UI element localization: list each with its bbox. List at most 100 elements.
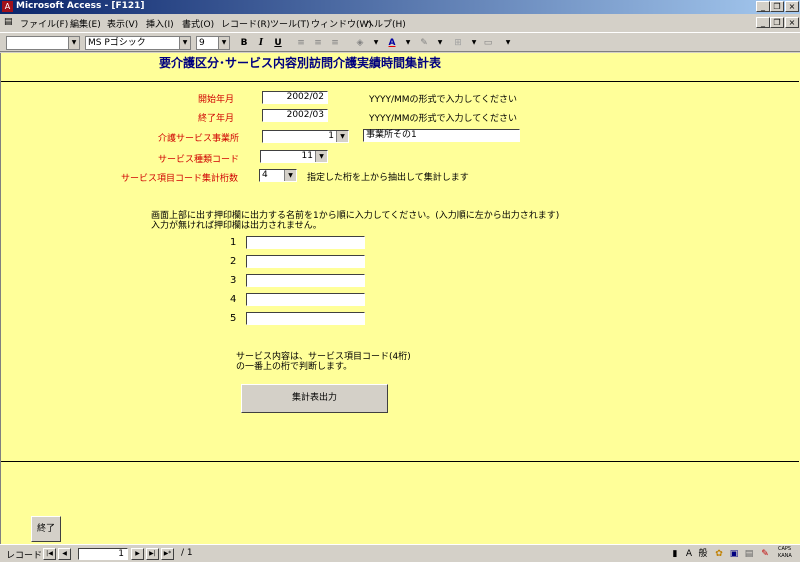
child-restore-button[interactable]: ❐ xyxy=(770,17,784,28)
menu-tools[interactable]: ツール(T) xyxy=(270,17,310,30)
new-record-button[interactable]: ▶* xyxy=(161,548,174,560)
chevron-down-icon: ▼ xyxy=(218,37,229,49)
font-size-value: 9 xyxy=(199,38,205,48)
digits-value: 4 xyxy=(262,170,268,180)
ime-input-mode-icon[interactable]: A xyxy=(682,547,696,561)
record-number-field[interactable]: 1 xyxy=(78,548,128,560)
footer-divider xyxy=(1,461,799,462)
border-width-icon[interactable]: ⊞ xyxy=(450,36,466,50)
font-name-combo[interactable]: MS Pゴシック ▼ xyxy=(85,36,191,50)
exit-button[interactable]: 終了 xyxy=(31,516,61,542)
ime-help-icon[interactable]: ✎ xyxy=(758,547,772,561)
ime-tool-icon[interactable]: ✿ xyxy=(712,547,726,561)
record-label: レコード: xyxy=(6,551,46,561)
stamp-instruction-line2: 入力が無ければ押印欄は出力されません。 xyxy=(151,221,322,231)
menu-records[interactable]: レコード(R) xyxy=(221,17,270,30)
window-title: Microsoft Access - [F121] xyxy=(16,1,145,11)
office-name-field: 事業所その1 xyxy=(363,129,520,142)
office-combo[interactable]: 1 ▼ xyxy=(262,130,349,143)
object-combo[interactable]: ▼ xyxy=(6,36,80,50)
align-right-icon[interactable]: ≡ xyxy=(327,36,343,50)
italic-button[interactable]: I xyxy=(253,36,269,50)
menu-bar: ▤ ファイル(F) 編集(E) 表示(V) 挿入(I) 書式(O) レコード(R… xyxy=(0,14,800,32)
font-color-icon[interactable]: A xyxy=(384,36,400,50)
stamp-number: 3 xyxy=(230,275,237,286)
end-month-field[interactable]: 2002/03 xyxy=(262,109,328,122)
digits-hint: 指定した桁を上から抽出して集計します xyxy=(307,173,469,183)
chevron-down-icon[interactable]: ▼ xyxy=(284,170,296,181)
ime-pad-icon[interactable]: ▮ xyxy=(668,547,682,561)
ime-properties-icon[interactable]: ▤ xyxy=(742,547,756,561)
line-color-icon[interactable]: ✎ xyxy=(416,36,432,50)
minimize-button[interactable]: _ xyxy=(756,1,770,12)
font-name-value: MS Pゴシック xyxy=(88,38,146,48)
bold-button[interactable]: B xyxy=(236,36,252,50)
align-left-icon[interactable]: ≡ xyxy=(293,36,309,50)
restore-button[interactable]: ❐ xyxy=(770,1,784,12)
align-center-icon[interactable]: ≡ xyxy=(310,36,326,50)
ime-mode-kanji[interactable]: 般 xyxy=(696,547,710,561)
stamp-number: 2 xyxy=(230,256,237,267)
digits-label: サービス項目コード集計桁数 xyxy=(121,174,239,184)
menu-insert[interactable]: 挿入(I) xyxy=(146,17,174,30)
end-month-hint: YYYY/MMの形式で入力してください xyxy=(369,114,518,124)
kana-indicator: KANA xyxy=(778,553,792,559)
access-app-icon: A xyxy=(2,1,13,12)
service-type-value: 11 xyxy=(301,151,313,161)
menu-file[interactable]: ファイル(F) xyxy=(20,17,68,30)
form-body: 要介護区分･サービス内容別訪問介護実績時間集計表 開始年月 2002/02 YY… xyxy=(0,53,800,544)
stamp-name-field-3[interactable] xyxy=(246,274,365,287)
child-close-button[interactable]: × xyxy=(785,17,799,28)
stamp-name-field-5[interactable] xyxy=(246,312,365,325)
stamp-number: 4 xyxy=(230,294,237,305)
close-button[interactable]: × xyxy=(785,1,799,12)
start-month-label: 開始年月 xyxy=(198,95,235,105)
underline-button[interactable]: U xyxy=(270,36,286,50)
formatting-toolbar: ▼ MS Pゴシック ▼ 9 ▼ B I U ≡ ≡ ≡ ◈ ▼ A ▼ ✎ ▼ ⊞… xyxy=(0,32,800,52)
stamp-number: 1 xyxy=(230,237,237,248)
child-minimize-button[interactable]: _ xyxy=(756,17,770,28)
chevron-down-icon[interactable]: ▼ xyxy=(432,36,448,50)
chevron-down-icon[interactable]: ▼ xyxy=(368,36,384,50)
stamp-name-field-1[interactable] xyxy=(246,236,365,249)
stamp-name-field-4[interactable] xyxy=(246,293,365,306)
office-code-value: 1 xyxy=(328,131,334,141)
menu-help[interactable]: ヘルプ(H) xyxy=(365,17,406,30)
next-record-button[interactable]: ▶ xyxy=(131,548,144,560)
title-bar: A Microsoft Access - [F121] _ ❐ × xyxy=(0,0,800,14)
output-report-button[interactable]: 集計表出力 xyxy=(241,384,388,413)
font-size-combo[interactable]: 9 ▼ xyxy=(196,36,230,50)
special-effect-icon[interactable]: ▭ xyxy=(480,36,496,50)
header-divider xyxy=(1,81,799,82)
status-bar: レコード: |◀ ◀ 1 ▶ ▶| ▶* / 1 ▮ A 般 ✿ ▣ ▤ ✎ C… xyxy=(0,544,800,562)
prev-record-button[interactable]: ◀ xyxy=(58,548,71,560)
chevron-down-icon: ▼ xyxy=(179,37,190,49)
menu-edit[interactable]: 編集(E) xyxy=(70,17,101,30)
caps-indicator: CAPS xyxy=(778,546,792,552)
form-icon[interactable]: ▤ xyxy=(4,17,13,27)
ime-dictionary-icon[interactable]: ▣ xyxy=(727,547,741,561)
chevron-down-icon: ▼ xyxy=(68,37,79,49)
stamp-name-field-2[interactable] xyxy=(246,255,365,268)
service-type-label: サービス種類コード xyxy=(158,155,240,165)
service-type-combo[interactable]: 11 ▼ xyxy=(260,150,328,163)
chevron-down-icon[interactable]: ▼ xyxy=(315,151,327,162)
start-month-field[interactable]: 2002/02 xyxy=(262,91,328,104)
menu-format[interactable]: 書式(O) xyxy=(182,17,214,30)
digits-combo[interactable]: 4 ▼ xyxy=(259,169,297,182)
stamp-number: 5 xyxy=(230,313,237,324)
office-label: 介護サービス事業所 xyxy=(158,134,240,144)
end-month-label: 終了年月 xyxy=(198,114,235,124)
menu-window[interactable]: ウィンドウ(W) xyxy=(311,17,372,30)
fill-color-icon[interactable]: ◈ xyxy=(352,36,368,50)
menu-view[interactable]: 表示(V) xyxy=(107,17,138,30)
chevron-down-icon[interactable]: ▼ xyxy=(400,36,416,50)
chevron-down-icon[interactable]: ▼ xyxy=(500,36,516,50)
start-month-hint: YYYY/MMの形式で入力してください xyxy=(369,95,518,105)
record-total: / 1 xyxy=(181,548,193,558)
last-record-button[interactable]: ▶| xyxy=(146,548,159,560)
service-note-line2: の一番上の桁で判断します。 xyxy=(236,362,353,372)
form-title: 要介護区分･サービス内容別訪問介護実績時間集計表 xyxy=(159,56,442,70)
first-record-button[interactable]: |◀ xyxy=(43,548,56,560)
chevron-down-icon[interactable]: ▼ xyxy=(336,131,348,142)
